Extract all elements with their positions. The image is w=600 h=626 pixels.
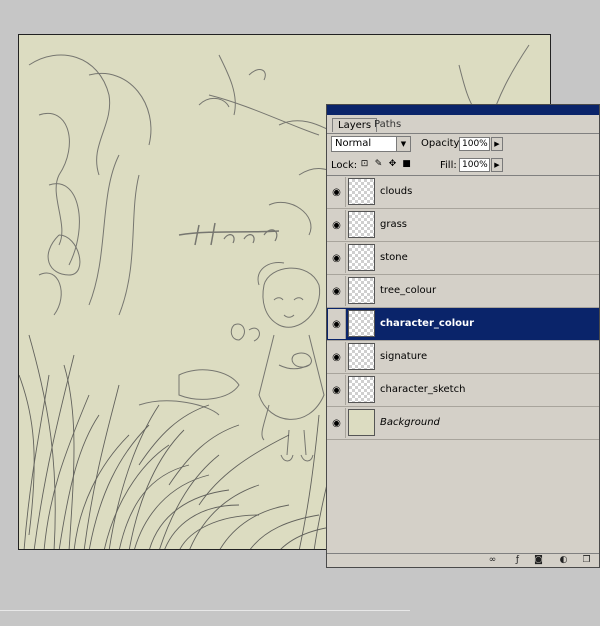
layer-row-background[interactable]: ◉ Background [327, 407, 599, 440]
layer-name: character_colour [380, 318, 475, 329]
opacity-slider-button[interactable]: ▶ [491, 137, 503, 151]
layer-row-grass[interactable]: ◉ grass [327, 209, 599, 242]
layer-thumbnail [348, 277, 375, 304]
blend-opacity-row: Normal ▼ Opacity: 100% ▶ [327, 134, 599, 156]
chevron-down-icon: ▼ [396, 137, 410, 151]
link-icon[interactable]: ∞ [487, 555, 498, 566]
eye-icon[interactable]: ◉ [328, 375, 346, 405]
blend-mode-select[interactable]: Normal ▼ [331, 136, 411, 152]
layer-thumbnail [348, 409, 375, 436]
eye-icon[interactable]: ◉ [328, 177, 346, 207]
lock-position-icon[interactable]: ✥ [387, 159, 398, 170]
eye-icon[interactable]: ◉ [328, 243, 346, 273]
adjustment-icon[interactable]: ◐ [558, 555, 569, 566]
layer-name: signature [380, 351, 428, 362]
opacity-input[interactable]: 100% [459, 137, 490, 151]
layer-name: tree_colour [380, 285, 437, 296]
layer-row-signature[interactable]: ◉ signature [327, 341, 599, 374]
panel-tabs: Layers Paths [327, 115, 599, 134]
layers-panel[interactable]: Layers Paths Normal ▼ Opacity: 100% ▶ Lo… [326, 104, 600, 568]
eye-icon[interactable]: ◉ [328, 276, 346, 306]
layer-thumbnail [348, 343, 375, 370]
layer-thumbnail [348, 211, 375, 238]
lock-label: Lock: [331, 160, 358, 171]
status-divider [0, 610, 410, 611]
layer-thumbnail [348, 376, 375, 403]
layer-thumbnail [348, 244, 375, 271]
lock-fill-row: Lock: ⊡ ✎ ✥ ■ Fill: 100% ▶ [327, 157, 599, 176]
eye-icon[interactable]: ◉ [328, 309, 346, 339]
fill-input[interactable]: 100% [459, 158, 490, 172]
layer-row-tree-colour[interactable]: ◉ tree_colour [327, 275, 599, 308]
lock-transparency-icon[interactable]: ⊡ [359, 159, 370, 170]
layer-thumbnail [348, 310, 375, 337]
layer-row-clouds[interactable]: ◉ clouds [327, 176, 599, 209]
fill-slider-button[interactable]: ▶ [491, 158, 503, 172]
layer-name: character_sketch [380, 384, 466, 395]
layer-row-stone[interactable]: ◉ stone [327, 242, 599, 275]
layer-row-character-sketch[interactable]: ◉ character_sketch [327, 374, 599, 407]
layer-style-icon[interactable]: ƒ [512, 555, 523, 566]
layer-name: stone [380, 252, 408, 263]
layer-thumbnail [348, 178, 375, 205]
lock-all-icon[interactable]: ■ [401, 159, 412, 170]
eye-icon[interactable]: ◉ [328, 342, 346, 372]
layers-list: ◉ clouds ◉ grass ◉ stone ◉ tree_colour ◉… [327, 176, 599, 510]
lock-pixels-icon[interactable]: ✎ [373, 159, 384, 170]
tab-paths[interactable]: Paths [369, 118, 406, 132]
new-layer-icon[interactable]: ❐ [581, 555, 592, 566]
layer-name: grass [380, 219, 408, 230]
eye-icon[interactable]: ◉ [328, 210, 346, 240]
layer-row-character-colour[interactable]: ◉ character_colour [327, 308, 599, 341]
panel-footer: ∞ ƒ ◙ ◐ ❐ [327, 553, 599, 567]
mask-icon[interactable]: ◙ [533, 555, 544, 566]
opacity-label: Opacity: [421, 138, 463, 149]
layer-name: Background [380, 417, 440, 428]
layer-name: clouds [380, 186, 413, 197]
fill-label: Fill: [440, 160, 457, 171]
eye-icon[interactable]: ◉ [328, 408, 346, 438]
blend-mode-value: Normal [335, 138, 372, 149]
panel-titlebar[interactable] [327, 105, 599, 115]
